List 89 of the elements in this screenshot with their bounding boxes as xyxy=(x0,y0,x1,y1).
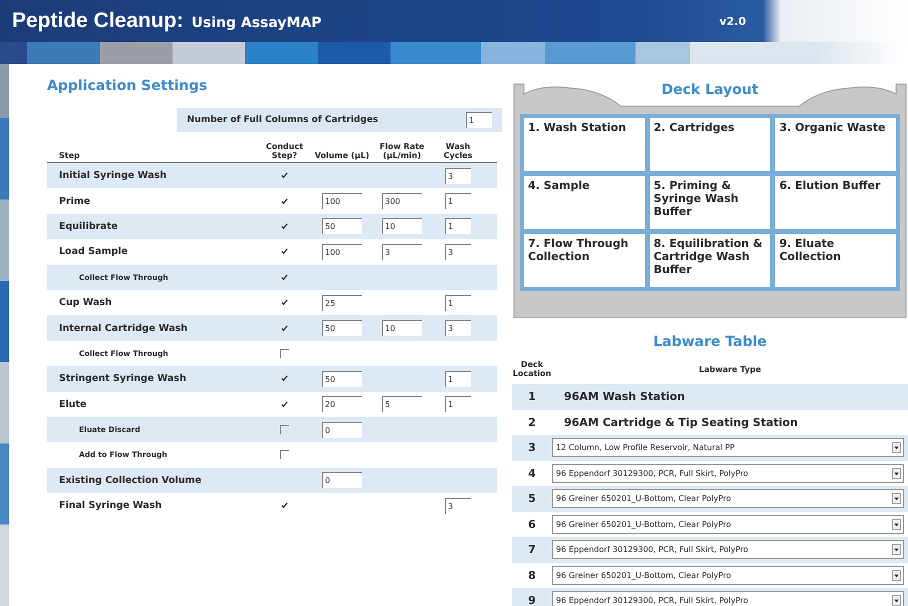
step-label: Load Sample xyxy=(58,246,129,258)
checkbox[interactable] xyxy=(280,374,288,383)
input-field[interactable]: 10 xyxy=(382,218,422,234)
deck-position: 7. Flow Through Collection xyxy=(524,234,645,287)
location-number: 5 xyxy=(527,492,537,506)
checkbox[interactable] xyxy=(280,172,288,180)
input-field[interactable]: 3 xyxy=(445,168,471,184)
labware-name: 96AM Wash Station xyxy=(563,390,685,404)
input-field[interactable]: 100 xyxy=(322,193,362,210)
deck-position: 5. Priming & Syringe Wash Buffer xyxy=(650,176,770,229)
location-number: 4 xyxy=(527,466,537,480)
labware-dropdown[interactable]: 12 Column, Low Profile Reservoir, Natural PP xyxy=(552,438,904,458)
input-field[interactable]: 25 xyxy=(322,294,362,311)
checkbox[interactable] xyxy=(280,425,289,434)
labware-dropdown[interactable]: 96 Eppendorf 30129300, PCR, Full Skirt, PolyPro xyxy=(552,591,904,606)
deck-position: 6. Elution Buffer xyxy=(775,176,896,229)
checkbox[interactable] xyxy=(280,348,289,358)
labware-dropdown[interactable]: 96 Greiner 650201_U-Bottom, Clear PolyPro xyxy=(552,489,904,508)
input-field[interactable]: 50 xyxy=(322,370,362,387)
step-label: Elute xyxy=(58,398,88,410)
input-field[interactable]: 1 xyxy=(445,294,471,311)
checkbox[interactable] xyxy=(280,400,288,408)
input-field[interactable]: 1 xyxy=(466,112,492,128)
step-label: Existing Collection Volume xyxy=(58,474,202,486)
input-field[interactable]: 1 xyxy=(445,370,471,387)
column-header: Conduct Step? xyxy=(264,142,304,160)
input-field[interactable]: 1 xyxy=(445,218,471,234)
step-label: Cup Wash xyxy=(58,297,113,308)
step-label: Final Syringe Wash xyxy=(58,500,163,512)
column-header: Wash Cycles xyxy=(442,142,474,160)
input-field[interactable]: 50 xyxy=(322,320,362,336)
checkbox[interactable] xyxy=(280,450,289,460)
location-number: 1 xyxy=(527,390,537,404)
step-label: Prime xyxy=(58,196,92,207)
section-title: Labware Table xyxy=(652,334,768,350)
labware-dropdown[interactable]: 96 Eppendorf 30129300, PCR, Full Skirt, PolyPro xyxy=(552,540,904,560)
labware-name: 96AM Cartridge & Tip Seating Station xyxy=(563,416,798,429)
location-number: 8 xyxy=(527,568,537,582)
input-field[interactable]: 100 xyxy=(322,244,362,260)
input-field[interactable]: 10 xyxy=(382,320,422,336)
labware-dropdown[interactable]: 96 Greiner 650201_U-Bottom, Clear PolyPro xyxy=(552,566,904,585)
dropdown-arrow-icon xyxy=(892,595,901,606)
input-field[interactable]: 3 xyxy=(445,244,471,260)
input-field[interactable]: 3 xyxy=(445,320,471,336)
checkbox[interactable] xyxy=(280,298,288,307)
input-field[interactable]: 1 xyxy=(445,193,471,210)
checkbox[interactable] xyxy=(280,197,288,206)
version-label: v2.0 xyxy=(719,14,746,28)
section-title: Application Settings xyxy=(47,78,208,94)
field-label: Number of Full Columns of Cartridges xyxy=(187,115,378,125)
deck-position: 1. Wash Station xyxy=(524,118,645,171)
labware-dropdown[interactable]: 96 Greiner 650201_U-Bottom, Clear PolyPro xyxy=(552,514,904,534)
location-number: 3 xyxy=(527,441,537,454)
step-label: Stringent Syringe Wash xyxy=(58,373,188,384)
input-field[interactable]: 0 xyxy=(322,472,362,488)
column-header: Labware Type xyxy=(698,364,762,374)
input-field[interactable]: 3 xyxy=(382,244,422,260)
column-header: Deck Location xyxy=(512,360,552,378)
step-label: Equilibrate xyxy=(58,220,119,232)
app-subtitle: Using AssayMAP xyxy=(192,15,322,31)
deck-position: 3. Organic Waste xyxy=(775,118,896,171)
input-field[interactable]: 50 xyxy=(322,218,362,234)
checkbox[interactable] xyxy=(280,248,288,256)
step-label: Initial Syringe Wash xyxy=(58,170,168,182)
deck-position: 2. Cartridges xyxy=(650,118,770,171)
deck-position: 9. Eluate Collection xyxy=(775,234,896,287)
step-label: Internal Cartridge Wash xyxy=(58,322,189,334)
checkbox[interactable] xyxy=(280,222,288,230)
checkbox[interactable] xyxy=(280,324,288,332)
checkbox[interactable] xyxy=(280,273,288,282)
input-field[interactable]: 5 xyxy=(382,396,422,412)
checkbox[interactable] xyxy=(280,502,288,510)
location-number: 9 xyxy=(527,594,537,606)
app-title: Peptide Cleanup: xyxy=(12,9,184,33)
deck-position: 4. Sample xyxy=(524,176,645,229)
location-number: 7 xyxy=(527,543,537,556)
input-field[interactable]: 20 xyxy=(322,396,362,412)
location-number: 2 xyxy=(527,416,537,429)
column-header: Step xyxy=(58,151,81,160)
deck-position: 8. Equilibration & Cartridge Wash Buffer xyxy=(650,234,770,287)
input-field[interactable]: 3 xyxy=(445,498,471,514)
column-header: Flow Rate (µL/min) xyxy=(378,142,426,160)
column-header: Volume (µL) xyxy=(314,151,370,160)
input-field[interactable]: 0 xyxy=(322,422,362,438)
input-field[interactable]: 1 xyxy=(445,396,471,412)
input-field[interactable]: 300 xyxy=(382,193,422,210)
location-number: 6 xyxy=(527,518,537,531)
section-title: Deck Layout xyxy=(660,82,760,100)
labware-dropdown[interactable]: 96 Eppendorf 30129300, PCR, Full Skirt, PolyPro xyxy=(552,464,904,483)
